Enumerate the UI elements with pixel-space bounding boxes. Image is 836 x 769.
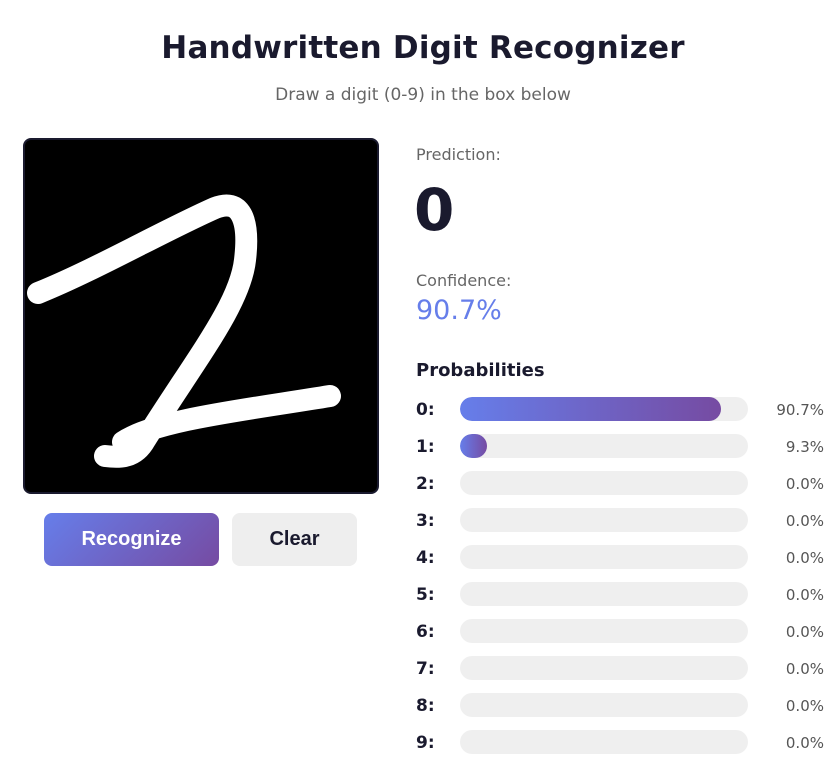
probability-percent: 0.0% [785, 549, 824, 567]
probability-bar-track [460, 397, 748, 421]
probability-bar-track [460, 508, 748, 532]
probability-bar-track [460, 619, 748, 643]
probability-bar-track [460, 434, 748, 458]
probability-percent: 0.0% [785, 512, 824, 530]
probability-percent: 9.3% [785, 438, 824, 456]
probability-percent: 0.0% [785, 586, 824, 604]
probability-row: 6: 0.0% [416, 618, 836, 655]
confidence-label: Confidence: [416, 271, 512, 290]
probability-digit-label: 1: [416, 437, 435, 457]
probability-bar-track [460, 693, 748, 717]
probability-row: 9: 0.0% [416, 729, 836, 766]
probability-percent: 0.0% [785, 734, 824, 752]
recognize-button[interactable]: Recognize [44, 513, 219, 566]
probability-digit-label: 7: [416, 659, 435, 679]
probability-bar-track [460, 545, 748, 569]
page-title: Handwritten Digit Recognizer [161, 30, 685, 66]
probability-bar-track [460, 730, 748, 754]
probability-row: 0: 90.7% [416, 396, 836, 433]
probability-percent: 0.0% [785, 660, 824, 678]
page-subtitle: Draw a digit (0-9) in the box below [275, 85, 571, 105]
probability-digit-label: 2: [416, 474, 435, 494]
probability-percent: 90.7% [776, 401, 824, 419]
probability-bar-fill [460, 397, 722, 421]
probability-percent: 0.0% [785, 697, 824, 715]
probability-bar-track [460, 582, 748, 606]
probability-digit-label: 9: [416, 733, 435, 753]
handwritten-stroke [27, 194, 341, 468]
probability-percent: 0.0% [785, 475, 824, 493]
probability-digit-label: 3: [416, 511, 435, 531]
probability-percent: 0.0% [785, 623, 824, 641]
probability-bar-fill [460, 434, 487, 458]
probability-row: 4: 0.0% [416, 544, 836, 581]
app-page: Handwritten Digit Recognizer Draw a digi… [0, 0, 836, 769]
probability-digit-label: 4: [416, 548, 435, 568]
confidence-value: 90.7% [416, 295, 502, 326]
probabilities-heading: Probabilities [416, 360, 545, 381]
clear-button[interactable]: Clear [232, 513, 357, 566]
probability-digit-label: 0: [416, 400, 435, 420]
drawing-canvas[interactable] [23, 138, 379, 494]
probability-row: 3: 0.0% [416, 507, 836, 544]
probability-row: 7: 0.0% [416, 655, 836, 692]
probability-digit-label: 6: [416, 622, 435, 642]
probability-list: 0: 90.7% 1: 9.3% 2: 0.0% 3: 0.0% 4: 0.0% 5: 0.0% 6: 0… [416, 396, 836, 766]
probability-row: 2: 0.0% [416, 470, 836, 507]
probability-digit-label: 5: [416, 585, 435, 605]
probability-digit-label: 8: [416, 696, 435, 716]
prediction-label: Prediction: [416, 145, 501, 164]
probability-bar-track [460, 471, 748, 495]
probability-row: 8: 0.0% [416, 692, 836, 729]
probability-row: 1: 9.3% [416, 433, 836, 470]
prediction-value: 0 [414, 176, 455, 244]
probability-bar-track [460, 656, 748, 680]
probability-row: 5: 0.0% [416, 581, 836, 618]
